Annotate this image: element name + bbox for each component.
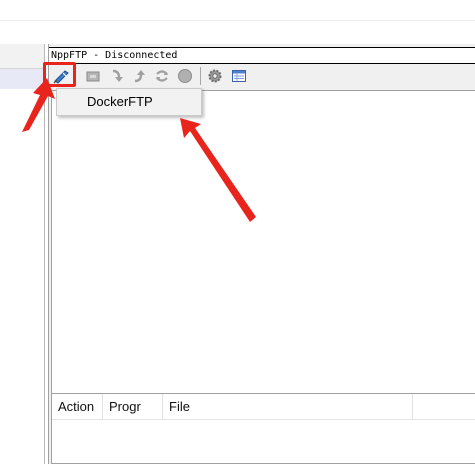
message-window-button[interactable] xyxy=(229,67,249,85)
download-icon xyxy=(112,69,123,82)
editor-left-pane xyxy=(0,44,45,464)
connect-dropdown-menu: DockerFTP xyxy=(56,88,202,116)
queue-column-progress[interactable]: Progr xyxy=(103,394,163,419)
nppftp-toolbar xyxy=(49,64,475,88)
left-pane-selected-row[interactable] xyxy=(0,69,44,89)
settings-button[interactable] xyxy=(205,67,225,85)
queue-header: Action Progr File xyxy=(52,394,475,420)
remote-file-tree[interactable] xyxy=(51,90,475,430)
nppftp-title: NppFTP - Disconnected xyxy=(49,47,475,64)
queue-column-file[interactable]: File xyxy=(163,394,413,419)
transfer-queue[interactable]: Action Progr File xyxy=(51,393,475,464)
message-window-icon xyxy=(232,70,246,82)
queue-column-action[interactable]: Action xyxy=(52,394,103,419)
menu-item-dockerftp[interactable]: DockerFTP xyxy=(58,90,200,114)
connect-button-highlight xyxy=(43,62,76,87)
editor-tab-strip xyxy=(0,0,475,44)
folder-refresh-icon xyxy=(86,71,100,82)
refresh-button[interactable] xyxy=(83,67,103,85)
abort-icon xyxy=(178,69,192,83)
upload-icon xyxy=(134,70,145,83)
sync-button[interactable] xyxy=(152,67,172,85)
toolbar-separator xyxy=(200,67,201,85)
left-pane-header xyxy=(0,44,44,69)
upload-button[interactable] xyxy=(129,67,149,85)
download-button[interactable] xyxy=(107,67,127,85)
abort-button[interactable] xyxy=(175,67,195,85)
settings-gear-icon xyxy=(208,69,222,83)
sync-icon xyxy=(156,70,168,82)
